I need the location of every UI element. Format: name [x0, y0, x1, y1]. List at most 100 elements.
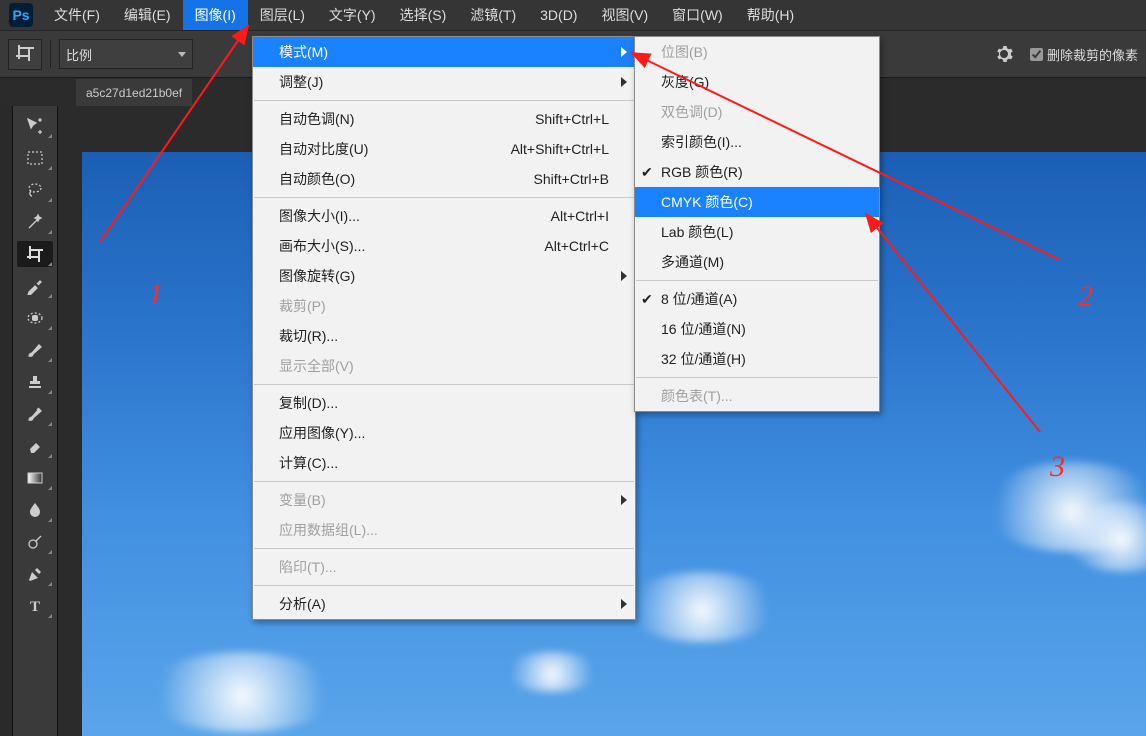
crop-tool[interactable] — [17, 241, 53, 267]
menu-row[interactable]: 灰度(G) — [635, 67, 879, 97]
menu-label: CMYK 颜色(C) — [661, 192, 753, 212]
history-brush-tool[interactable] — [17, 401, 53, 427]
menu-separator — [254, 384, 634, 385]
menu-row[interactable]: 32 位/通道(H) — [635, 344, 879, 374]
menu-row[interactable]: 图像旋转(G) — [253, 261, 635, 291]
lasso-tool[interactable] — [17, 177, 53, 203]
menu-row[interactable]: ✔RGB 颜色(R) — [635, 157, 879, 187]
menu-label: 模式(M) — [279, 42, 328, 62]
separator — [50, 40, 51, 68]
menu-separator — [254, 585, 634, 586]
menu-row[interactable]: ✔8 位/通道(A) — [635, 284, 879, 314]
menu-separator — [636, 280, 878, 281]
healing-tool[interactable] — [17, 305, 53, 331]
menu-item[interactable]: 文字(Y) — [317, 0, 388, 30]
crop-ratio-value: 比例 — [66, 45, 92, 64]
menu-row[interactable]: 自动色调(N) Shift+Ctrl+L — [253, 104, 635, 134]
menu-item[interactable]: 文件(F) — [42, 0, 112, 30]
submenu-arrow-icon — [621, 47, 627, 57]
eraser-tool[interactable] — [17, 433, 53, 459]
menu-label: 裁剪(P) — [279, 296, 326, 316]
menu-item[interactable]: 图像(I) — [183, 0, 248, 30]
menu-shortcut: Alt+Ctrl+C — [504, 238, 609, 254]
menu-separator — [254, 197, 634, 198]
stamp-tool[interactable] — [17, 369, 53, 395]
crop-tool-preset[interactable] — [8, 39, 42, 70]
menu-item[interactable]: 滤镜(T) — [458, 0, 528, 30]
menu-item[interactable]: 窗口(W) — [660, 0, 735, 30]
blur-tool[interactable] — [17, 497, 53, 523]
menu-row: 应用数据组(L)... — [253, 515, 635, 545]
menu-shortcut: Shift+Ctrl+L — [495, 111, 609, 127]
image-menu[interactable]: 模式(M) 调整(J) 自动色调(N) Shift+Ctrl+L 自动对比度(U) Alt… — [252, 36, 636, 620]
menu-label: 计算(C)... — [279, 453, 338, 473]
menu-row[interactable]: 16 位/通道(N) — [635, 314, 879, 344]
document-tab[interactable]: a5c27d1ed21b0ef — [76, 79, 192, 107]
menu-label: 位图(B) — [661, 42, 708, 62]
pen-tool[interactable] — [17, 561, 53, 587]
menu-row[interactable]: 复制(D)... — [253, 388, 635, 418]
menu-row[interactable]: 计算(C)... — [253, 448, 635, 478]
menu-label: 应用数据组(L)... — [279, 520, 378, 540]
menu-row[interactable]: 图像大小(I)...Alt+Ctrl+I — [253, 201, 635, 231]
menu-row[interactable]: CMYK 颜色(C) — [635, 187, 879, 217]
mode-submenu[interactable]: 位图(B)灰度(G)双色调(D)索引颜色(I)...✔RGB 颜色(R)CMYK… — [634, 36, 880, 412]
move-tool[interactable] — [17, 113, 53, 139]
menu-row[interactable]: 多通道(M) — [635, 247, 879, 277]
app-logo: Ps — [4, 0, 38, 30]
menu-item[interactable]: 编辑(E) — [112, 0, 183, 30]
menu-item[interactable]: 图层(L) — [248, 0, 317, 30]
menu-row[interactable]: 调整(J) — [253, 67, 635, 97]
menu-row[interactable]: 应用图像(Y)... — [253, 418, 635, 448]
menu-label: 图像旋转(G) — [279, 266, 355, 286]
dodge-tool[interactable] — [17, 529, 53, 555]
menu-shortcut: Shift+Ctrl+B — [494, 171, 609, 187]
magic-wand-tool[interactable] — [17, 209, 53, 235]
menu-label: 图像大小(I)... — [279, 206, 360, 226]
svg-text:T: T — [30, 599, 40, 615]
menu-label: 灰度(G) — [661, 72, 709, 92]
menu-item[interactable]: 帮助(H) — [735, 0, 806, 30]
menu-item[interactable]: 选择(S) — [388, 0, 459, 30]
menu-label: 应用图像(Y)... — [279, 423, 365, 443]
marquee-tool[interactable] — [17, 145, 53, 171]
menu-row[interactable]: 模式(M) — [253, 37, 635, 67]
submenu-arrow-icon — [621, 599, 627, 609]
menu-row: 位图(B) — [635, 37, 879, 67]
menu-label: 索引颜色(I)... — [661, 132, 742, 152]
menu-row[interactable]: 裁切(R)... — [253, 321, 635, 351]
menu-separator — [636, 377, 878, 378]
menu-label: 调整(J) — [279, 72, 323, 92]
menu-row[interactable]: 自动颜色(O)Shift+Ctrl+B — [253, 164, 635, 194]
gradient-tool[interactable] — [17, 465, 53, 491]
menu-label: 自动对比度(U) — [279, 139, 368, 159]
delete-cropped-checkbox[interactable]: 删除裁剪的像素 — [1026, 45, 1138, 64]
menu-label: 复制(D)... — [279, 393, 338, 413]
svg-text:Ps: Ps — [12, 7, 29, 23]
menu-label: 显示全部(V) — [279, 356, 354, 376]
menu-row[interactable]: Lab 颜色(L) — [635, 217, 879, 247]
menu-label: 变量(B) — [279, 490, 326, 510]
menu-label: RGB 颜色(R) — [661, 162, 743, 182]
menu-row: 变量(B) — [253, 485, 635, 515]
menu-item[interactable]: 3D(D) — [528, 0, 589, 30]
menu-row: 颜色表(T)... — [635, 381, 879, 411]
menu-label: 裁切(R)... — [279, 326, 338, 346]
menu-label: 多通道(M) — [661, 252, 724, 272]
menu-row[interactable]: 分析(A) — [253, 589, 635, 619]
menu-row[interactable]: 自动对比度(U) Alt+Shift+Ctrl+L — [253, 134, 635, 164]
eyedropper-tool[interactable] — [17, 273, 53, 299]
menu-label: 自动色调(N) — [279, 109, 354, 129]
menu-item[interactable]: 视图(V) — [589, 0, 660, 30]
menu-shortcut: Alt+Shift+Ctrl+L — [471, 141, 609, 157]
menu-row: 双色调(D) — [635, 97, 879, 127]
menu-row[interactable]: 画布大小(S)...Alt+Ctrl+C — [253, 231, 635, 261]
gear-icon[interactable] — [992, 42, 1016, 66]
menu-separator — [254, 100, 634, 101]
check-icon: ✔ — [641, 291, 653, 308]
brush-tool[interactable] — [17, 337, 53, 363]
menu-row: 裁剪(P) — [253, 291, 635, 321]
crop-ratio-select[interactable]: 比例 — [59, 39, 193, 69]
menu-row[interactable]: 索引颜色(I)... — [635, 127, 879, 157]
type-tool[interactable]: T — [17, 593, 53, 619]
